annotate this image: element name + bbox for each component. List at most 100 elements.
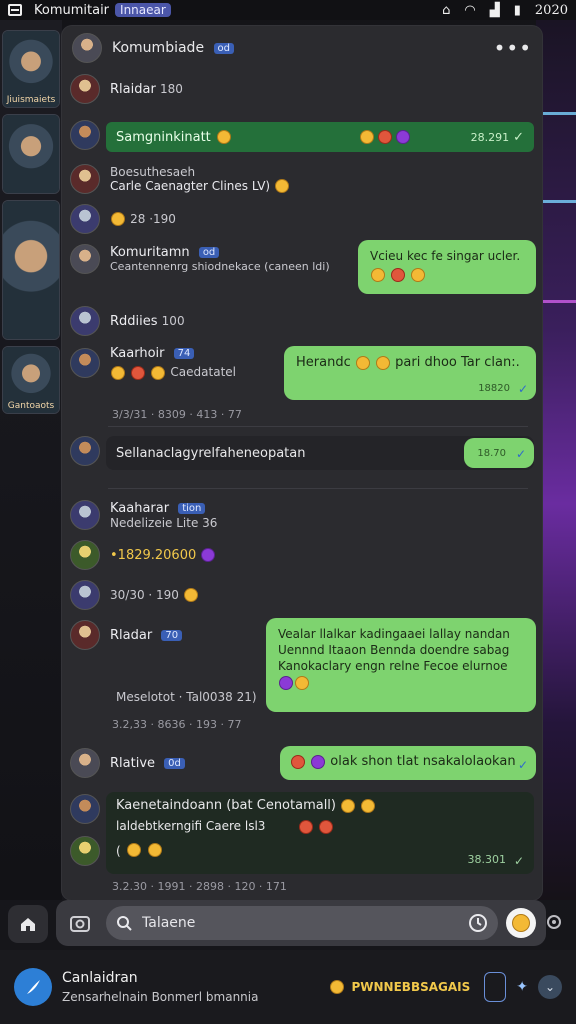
outgoing-message[interactable]: 18.70 ✓ <box>464 438 534 468</box>
side-character-card[interactable]: Gantoaots <box>2 346 60 414</box>
chat-panel: Komumbiade od ••• Rlaidar 180 Samgninkin… <box>62 26 542 900</box>
emoji-icon <box>299 819 314 834</box>
divider <box>108 488 528 489</box>
avatar <box>70 580 100 610</box>
emoji-icon <box>291 754 305 769</box>
emoji-icon <box>131 365 146 380</box>
clock-icon[interactable] <box>468 913 488 933</box>
more-options-icon[interactable]: ••• <box>494 36 532 60</box>
user-name: Kaarhoir <box>110 346 165 361</box>
expand-icon[interactable]: ⌄ <box>538 975 562 999</box>
message-text: Nedelizeie Lite 36 <box>110 515 218 530</box>
avatar <box>70 120 100 150</box>
outgoing-message[interactable]: olak shon tlat nsakalolaokan ✓ <box>280 746 536 780</box>
message-text: (bat Cenotamall) <box>226 798 336 813</box>
outgoing-message[interactable]: Vcieu kec fe singar ucler. <box>358 240 536 294</box>
message-text: laldebtkerngifi Caere lsl3 <box>116 819 266 833</box>
outgoing-message[interactable]: Herandc pari dhoo Tar clan:. 18820 ✓ <box>284 346 536 400</box>
search-input[interactable] <box>142 915 468 931</box>
home-status-icon: ⌂ <box>442 2 451 18</box>
emoji-icon <box>274 179 289 194</box>
avatar <box>70 164 100 194</box>
neon-decoration <box>536 300 576 303</box>
app-name: Komumitair <box>34 2 110 18</box>
emoji-icon <box>311 754 326 769</box>
message-time: 28.291 <box>470 130 510 144</box>
side-character-card[interactable]: Jiuismaiets <box>2 30 60 108</box>
list-item[interactable]: •1829.20600 <box>70 540 534 570</box>
camera-button[interactable] <box>66 909 94 937</box>
emoji-icon <box>216 130 231 144</box>
search-icon <box>117 916 132 931</box>
list-item[interactable]: Rddiies 100 <box>70 306 534 336</box>
avatar <box>70 500 100 530</box>
settings-button[interactable] <box>540 905 568 939</box>
avatar[interactable] <box>72 33 102 63</box>
promo-link[interactable]: PWNNEBBSAGAIS <box>329 980 470 994</box>
background-right <box>536 20 576 900</box>
home-button[interactable] <box>8 905 48 943</box>
emoji-icon <box>512 914 530 932</box>
read-check-icon: ✓ <box>513 129 524 145</box>
emoji-icon <box>126 843 141 857</box>
user-name: Komuritamn <box>110 245 190 260</box>
chat-tag: od <box>213 42 234 54</box>
read-check-icon: ✓ <box>515 446 526 461</box>
incoming-message[interactable]: Kaenetaindoann (bat Cenotamall) laldebtk… <box>106 792 534 874</box>
avatar <box>70 436 100 466</box>
shield-icon[interactable] <box>484 972 507 1002</box>
user-tag: od <box>198 247 220 258</box>
emoji-icon <box>376 355 391 370</box>
read-check-icon: ✓ <box>517 381 528 396</box>
status-badge: Innaear <box>115 3 171 17</box>
menu-icon[interactable] <box>8 4 22 16</box>
feather-icon <box>27 980 40 994</box>
emoji-icon <box>111 365 125 380</box>
bottom-subtitle: Zensarhelnain Bonmerl bmannia <box>62 990 259 1004</box>
list-item[interactable]: 28 ·190 <box>70 204 534 234</box>
user-tag: 0d <box>164 757 185 769</box>
emoji-icon <box>341 798 356 813</box>
side-character-card[interactable] <box>2 200 60 340</box>
list-item[interactable]: 30/30 · 190 <box>70 580 534 610</box>
app-logo[interactable] <box>14 968 52 1006</box>
wifi-icon: ◠ <box>464 2 476 18</box>
message-time: 38.301 <box>467 853 507 866</box>
search-bar <box>56 900 546 946</box>
user-tag: tion <box>178 502 206 514</box>
sparkle-icon[interactable]: ✦ <box>516 979 528 995</box>
neon-decoration <box>536 112 576 115</box>
list-item[interactable]: Kaaharar tion Nedelizeie Lite 36 <box>70 500 534 530</box>
emoji-icon <box>391 267 406 282</box>
highlight-message[interactable]: Samgninkinatt 28.291 ✓ <box>106 122 534 152</box>
avatar <box>70 540 100 570</box>
home-icon <box>21 918 35 931</box>
side-character-card[interactable] <box>2 114 60 194</box>
emoji-icon <box>361 798 376 813</box>
message-text: Carle Caenagter Clines LV) <box>110 178 271 193</box>
user-name: Rlaidar <box>110 81 156 97</box>
emoji-button[interactable] <box>506 908 536 938</box>
emoji-icon <box>151 365 166 380</box>
message-text: pari dhoo Tar clan:. <box>395 355 520 370</box>
message-line: Vealar llalkar kadingaaei lallay nandan <box>278 627 510 641</box>
message-text: Vcieu kec fe singar ucler. <box>370 249 521 263</box>
message-meta: 3/3/31 · 8309 · 413 · 77 <box>112 408 242 421</box>
list-item[interactable]: Boesuthesaeh Carle Caenagter Clines LV) <box>70 164 534 194</box>
list-item[interactable]: Rlaidar 180 <box>70 74 534 104</box>
user-name: Rddiies <box>110 313 158 329</box>
emoji-icon <box>111 212 125 226</box>
emoji-icon <box>184 588 199 602</box>
neon-decoration <box>536 200 576 203</box>
signal-icon: ▟ <box>489 2 500 18</box>
chat-header: Komumbiade od ••• <box>62 26 542 70</box>
outgoing-message[interactable]: Vealar llalkar kadingaaei lallay nandan … <box>266 618 536 712</box>
avatar <box>70 348 100 378</box>
avatar <box>70 244 100 274</box>
search-field[interactable] <box>106 906 498 940</box>
message-text: Sellanaclagyrelfaheneopatan <box>116 445 306 461</box>
avatar <box>70 748 100 778</box>
emoji-icon <box>279 676 293 691</box>
avatar <box>70 836 100 866</box>
message-time: 18820 <box>478 382 510 394</box>
